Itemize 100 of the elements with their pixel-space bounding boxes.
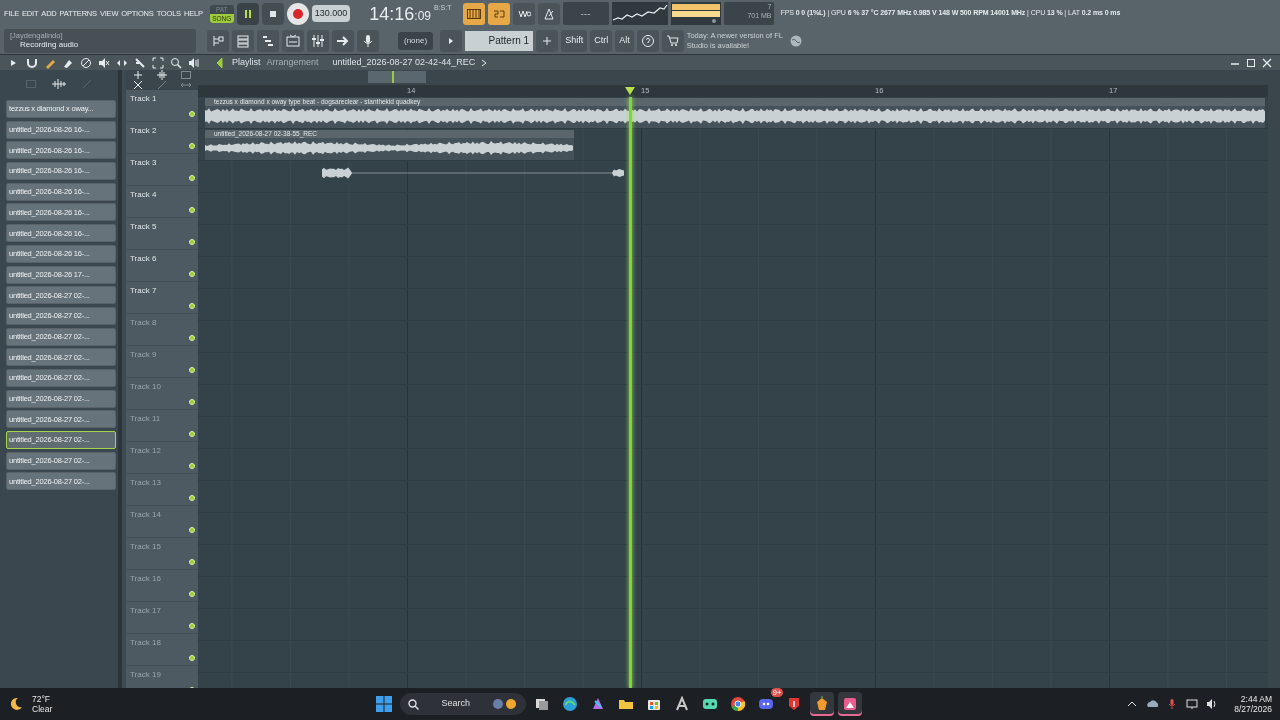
waveform-icon[interactable] [157,70,167,80]
modifier-key[interactable]: Alt [615,29,634,52]
weather-condition[interactable]: Clear [32,704,53,714]
help-icon [640,33,655,48]
track-enable-led[interactable] [189,111,195,117]
zoom-icon[interactable] [170,56,182,69]
moon-icon[interactable] [8,696,24,712]
waveform-icon[interactable] [52,78,66,89]
tempo-field[interactable]: 130.000 [311,4,351,23]
chat-app-icon [758,696,775,712]
maximize-icon[interactable] [1246,57,1256,68]
track-name: Track 11 [130,413,161,425]
track-name: Track 3 [130,157,157,169]
modifier-key[interactable]: Shift [561,29,588,52]
select-icon[interactable] [152,56,164,69]
speaker-icon[interactable] [1206,698,1219,710]
arrangement-name[interactable]: untitled_2026-08-27 02-42-44_REC [332,55,476,70]
clock-time[interactable]: 2:44 AM [1240,694,1272,704]
record-icon [290,6,305,21]
keyboard-icon[interactable] [181,70,191,80]
paint-app-taskbar-button[interactable] [838,692,863,716]
globe-icon[interactable] [789,34,802,47]
track-name: Track 7 [130,285,157,297]
track-enable-led[interactable] [189,559,195,565]
chevron-icon[interactable] [481,58,488,67]
track-name: Track 8 [130,317,157,329]
search-field[interactable]: Search [400,693,527,715]
record-button[interactable] [286,2,309,25]
track-enable-led[interactable] [189,495,195,501]
channel-selector[interactable]: (none) [398,31,434,50]
window-subtitle: Arrangement [266,55,319,69]
track-enable-led[interactable] [189,175,195,181]
monitor-icon[interactable] [1186,698,1199,710]
search-highlight-icon [492,698,519,710]
track-name: Track 4 [130,189,157,201]
pencil-icon[interactable] [157,80,167,90]
overview-window[interactable] [368,71,426,83]
mute-icon[interactable] [98,56,110,69]
track-enable-led[interactable] [189,303,195,309]
channel-rack-button[interactable] [232,29,254,52]
weather-temperature[interactable]: 72°F [32,694,53,704]
resize-icon[interactable] [181,80,191,90]
vertical-scrollbar[interactable] [1268,70,1280,688]
pattern-selector[interactable]: Pattern 1 [465,30,534,51]
cart-icon [665,33,680,48]
track-enable-led[interactable] [189,655,195,661]
cart-button[interactable] [661,29,684,52]
track-name: Track 6 [130,253,157,265]
delete-icon[interactable] [80,56,92,69]
browser-button[interactable] [207,29,229,52]
track-enable-led[interactable] [189,271,195,277]
track-enable-led[interactable] [189,335,195,341]
track-enable-led[interactable] [189,527,195,533]
loop-record-button[interactable] [512,2,535,25]
close-icon[interactable] [133,80,143,90]
add-pattern-button[interactable] [536,29,559,52]
hint-text: Recording audio [19,40,80,50]
magnet-icon[interactable] [26,56,38,69]
snap-display: --- [562,2,609,25]
track-enable-led[interactable] [189,143,195,149]
help-button[interactable] [636,29,659,52]
playlist-icon [286,33,300,48]
microphone-button[interactable] [357,29,379,52]
cloud-icon[interactable] [1146,698,1159,710]
track-name: Track 16 [130,573,161,585]
countdown-icon [491,8,506,19]
track-enable-led[interactable] [189,207,195,213]
countdown-button[interactable] [487,2,510,25]
playlist-button[interactable] [282,29,304,52]
track-enable-led[interactable] [189,399,195,405]
modifier-key[interactable]: Ctrl [590,29,613,52]
track-enable-led[interactable] [189,367,195,373]
browser-icon [211,33,225,48]
pause-button[interactable] [236,2,259,25]
close-icon[interactable] [1262,57,1272,68]
search-icon [408,698,420,710]
play-button[interactable] [440,29,463,52]
fruit-app-taskbar-button[interactable] [810,692,835,716]
playback-icon[interactable] [188,56,200,69]
add-icon[interactable] [133,70,143,80]
track-name: Track 13 [130,477,161,489]
track-enable-led[interactable] [189,463,195,469]
track-name: Track 5 [130,221,157,233]
clock-date[interactable]: 8/27/2026 [1234,704,1272,714]
arrow-button[interactable] [332,29,354,52]
track-enable-led[interactable] [189,623,195,629]
paint-app-icon [842,696,859,712]
typing-keyboard-button[interactable] [462,2,485,25]
track-enable-led[interactable] [189,239,195,245]
microphone-icon [361,33,375,48]
track-enable-led[interactable] [189,591,195,597]
mixer-button[interactable] [307,29,329,52]
chrome-icon [730,696,747,712]
slice-icon[interactable] [134,56,146,69]
metronome-button[interactable] [537,2,560,25]
stop-button[interactable] [261,2,284,25]
track-name: Track 17 [130,605,161,617]
piano-roll-button[interactable] [257,29,279,52]
playhead-marker[interactable] [625,87,635,95]
track-enable-led[interactable] [189,431,195,437]
